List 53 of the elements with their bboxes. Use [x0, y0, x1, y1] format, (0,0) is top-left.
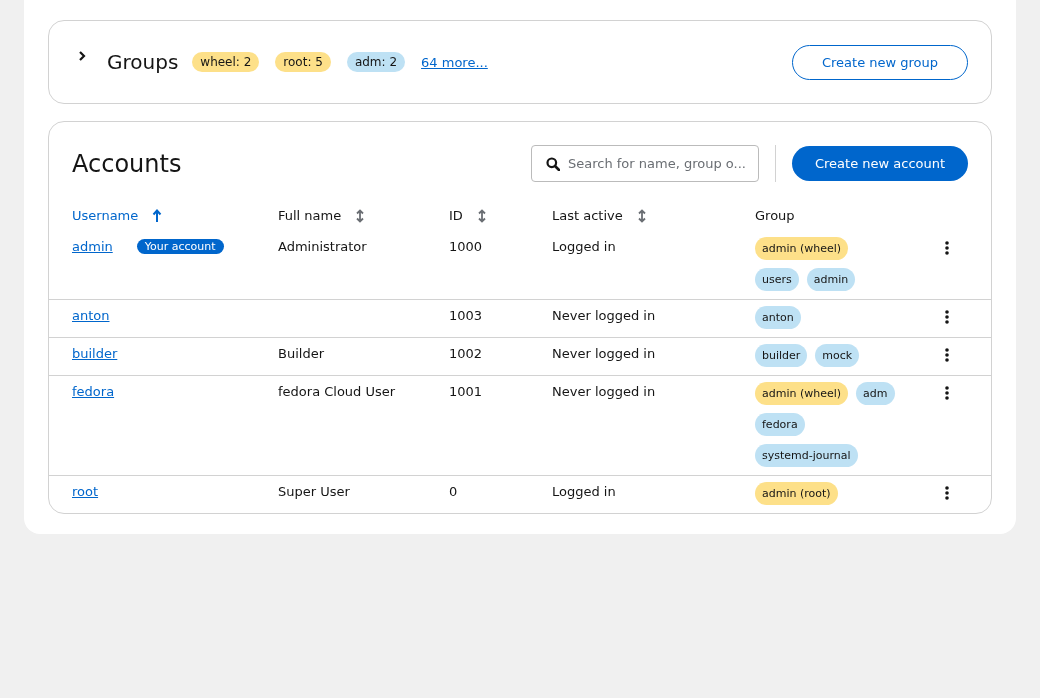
username-link[interactable]: builder	[72, 346, 118, 361]
group-label: adm: 2	[346, 52, 406, 72]
column-header[interactable]: Full name	[278, 208, 342, 223]
more-groups-link[interactable]: 64 more...	[421, 54, 488, 70]
table-cell: Never logged in	[552, 384, 656, 399]
kebab-icon	[945, 310, 949, 324]
group-label: admin (wheel)	[755, 237, 849, 260]
accounts-title: Accounts	[72, 149, 182, 178]
group-label: admin (wheel)	[755, 382, 849, 405]
column-header[interactable]: Last active	[552, 208, 623, 223]
username-link[interactable]: anton	[72, 308, 110, 323]
table-cell: 0	[449, 484, 458, 499]
table-cell: Never logged in	[552, 308, 656, 323]
table-cell: Never logged in	[552, 346, 656, 361]
kebab-icon	[945, 386, 949, 400]
column-header[interactable]: Username	[72, 208, 139, 223]
groups-title: Groups	[107, 50, 179, 74]
username-link[interactable]: fedora	[72, 384, 115, 399]
group-label: mock	[815, 344, 860, 367]
create-account-button[interactable]: Create new account	[792, 146, 968, 181]
table-cell: Super User	[278, 484, 350, 499]
username-link[interactable]: root	[72, 484, 99, 499]
group-label: root: 5	[275, 52, 331, 72]
create-group-button[interactable]: Create new group	[792, 44, 968, 80]
table-cell: Builder	[278, 346, 324, 361]
group-label: systemd-journal	[755, 444, 858, 467]
search-icon	[546, 156, 560, 171]
kebab-icon	[945, 241, 949, 255]
column-header[interactable]: ID	[449, 208, 463, 223]
search-field[interactable]: Search for name, group o...	[531, 145, 759, 182]
table-cell: 1001	[449, 384, 483, 399]
group-label: anton	[755, 306, 801, 329]
table-cell: 1000	[449, 239, 483, 254]
group-label: adm	[856, 382, 895, 405]
table-cell: fedora Cloud User	[278, 384, 396, 399]
account-badge: Your account	[136, 239, 224, 254]
table-cell: Logged in	[552, 484, 616, 499]
table-cell: Logged in	[552, 239, 616, 254]
group-label: builder	[755, 344, 808, 367]
search-input[interactable]: Search for name, group o...	[568, 156, 748, 171]
table-cell: Administrator	[278, 239, 367, 254]
username-link[interactable]: admin	[72, 239, 113, 254]
group-label: admin	[806, 268, 856, 291]
kebab-icon	[945, 486, 949, 500]
column-header: Group	[755, 208, 795, 223]
table-cell: 1002	[449, 346, 483, 361]
table-cell: 1003	[449, 308, 483, 323]
group-label: wheel: 2	[192, 52, 260, 72]
chevron-right-icon[interactable]	[77, 50, 87, 62]
group-label: users	[755, 268, 799, 291]
kebab-icon	[945, 348, 949, 362]
group-label: admin (root)	[755, 482, 838, 505]
group-label: fedora	[755, 413, 805, 436]
